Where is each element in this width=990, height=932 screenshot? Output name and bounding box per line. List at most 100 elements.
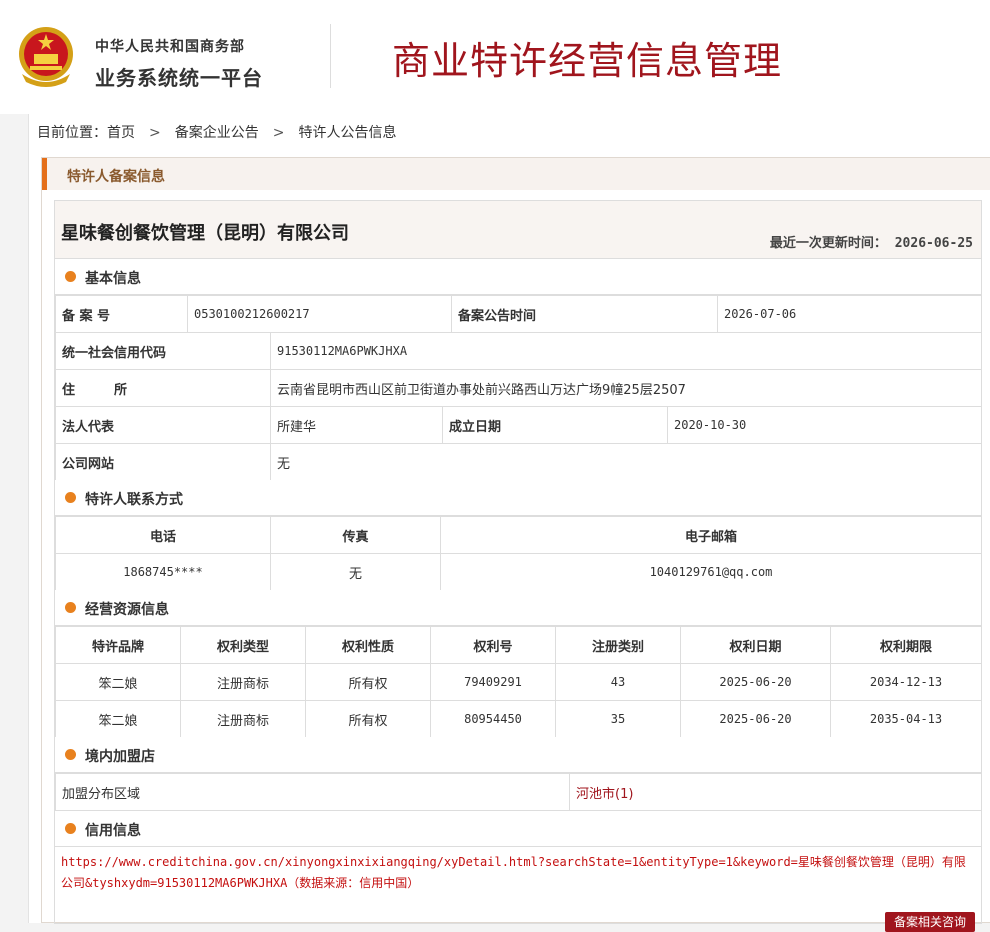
section-domestic-stores: 境内加盟店 [55,737,981,773]
breadcrumb-current: 特许人公告信息 [298,125,397,141]
right-type-cell: 注册商标 [180,700,306,738]
column-header: 电子邮箱 [440,516,982,554]
platform-name: 业务系统统一平台 [95,66,263,90]
column-header: 特许品牌 [55,626,181,664]
chevron-right-icon: > [272,125,285,141]
last-update: 最近一次更新时间： 2026-06-25 [770,232,973,251]
website-label: 公司网站 [55,443,271,481]
column-header: 权利性质 [305,626,431,664]
filing-time-value: 2026-07-06 [717,295,982,333]
panel-title: 特许人备案信息 [67,169,165,185]
bullet-dot-icon [65,602,76,613]
basic-info-table: 统一社会信用代码 91530112MA6PWKJHXA 住 所 云南省昆明市西山… [55,332,983,481]
region-label: 加盟分布区域 [55,773,570,811]
right-no-cell: 80954450 [430,700,556,738]
breadcrumb-home-link[interactable]: 首页 [107,125,135,141]
national-emblem-icon [19,27,73,87]
right-term-cell: 2035-04-13 [830,700,982,738]
column-header: 电话 [55,516,271,554]
table-row: 法人代表 所建华 成立日期 2020-10-30 [55,406,983,444]
column-header: 权利日期 [680,626,831,664]
section-credit: 信用信息 [55,811,981,847]
stores-table: 加盟分布区域 河池市(1) [55,773,982,811]
right-term-cell: 2034-12-13 [830,663,982,701]
region-link[interactable]: 河池市(1) [576,787,633,802]
header-divider [330,24,331,88]
table-row: 1868745**** 无 1040129761@qq.com [55,553,982,591]
consult-button[interactable]: 备案相关咨询 [885,912,975,932]
column-header: 注册类别 [555,626,681,664]
credit-code-label: 统一社会信用代码 [55,332,271,370]
section-resources: 经营资源信息 [55,590,981,626]
filing-no-label: 备 案 号 [55,295,188,333]
basic-info-table-row1: 备 案 号 0530100212600217 备案公告时间 2026-07-06 [55,295,982,333]
contact-table: 电话 传真 电子邮箱 1868745**** 无 1040129761@qq.c… [55,516,982,591]
table-row: 住 所 云南省昆明市西山区前卫街道办事处前兴路西山万达广场9幢25层2507 [55,369,983,407]
table-row: 笨二娘 注册商标 所有权 79409291 43 2025-06-20 2034… [55,663,982,701]
credit-code-value: 91530112MA6PWKJHXA [269,332,983,370]
established-label: 成立日期 [442,406,668,444]
email-value: 1040129761@qq.com [440,553,982,591]
column-header: 传真 [270,516,441,554]
table-header-row: 电话 传真 电子邮箱 [55,516,982,554]
section-contact: 特许人联系方式 [55,480,981,516]
address-label: 住 所 [55,369,271,407]
right-date-cell: 2025-06-20 [680,663,831,701]
right-type-cell: 注册商标 [180,663,306,701]
table-header-row: 特许品牌 权利类型 权利性质 权利号 注册类别 权利日期 权利期限 [55,626,982,664]
section-label: 特许人联系方式 [85,492,183,508]
section-basic-info: 基本信息 [55,259,981,295]
brand-cell: 笨二娘 [55,663,181,701]
right-no-cell: 79409291 [430,663,556,701]
site-header: 中华人民共和国商务部 业务系统统一平台 商业特许经营信息管理 [0,0,990,114]
right-date-cell: 2025-06-20 [680,700,831,738]
website-value: 无 [269,443,983,481]
breadcrumb-filing-announcement-link[interactable]: 备案企业公告 [175,125,259,141]
bullet-dot-icon [65,492,76,503]
reg-class-cell: 43 [555,663,681,701]
ministry-name: 中华人民共和国商务部 [95,39,245,55]
filing-no-value: 0530100212600217 [187,295,452,333]
bullet-dot-icon [65,749,76,760]
right-nature-cell: 所有权 [305,663,431,701]
breadcrumb: 目前位置：首页 > 备案企业公告 > 特许人公告信息 [37,122,396,142]
column-header: 权利类型 [180,626,306,664]
legal-rep-value: 所建华 [270,406,443,444]
table-row: 笨二娘 注册商标 所有权 80954450 35 2025-06-20 2035… [55,700,982,738]
update-date: 2026-06-25 [894,236,973,251]
panel-title-bar: 特许人备案信息 [42,158,990,190]
credit-info-link[interactable]: https://www.creditchina.gov.cn/xinyongxi… [61,852,977,894]
column-header: 权利期限 [830,626,982,664]
content-area: 目前位置：首页 > 备案企业公告 > 特许人公告信息 特许人备案信息 星味餐创餐饮管理（… [28,114,990,932]
filing-time-label: 备案公告时间 [451,295,718,333]
resources-table: 特许品牌 权利类型 权利性质 权利号 注册类别 权利日期 权利期限 笨二娘 注册… [55,626,982,738]
legal-rep-label: 法人代表 [55,406,271,444]
brand-cell: 笨二娘 [55,700,181,738]
column-header: 权利号 [430,626,556,664]
bullet-dot-icon [65,271,76,282]
reg-class-cell: 35 [555,700,681,738]
established-value: 2020-10-30 [666,406,983,444]
chevron-right-icon: > [149,125,161,141]
table-row: 统一社会信用代码 91530112MA6PWKJHXA [55,332,983,370]
company-header: 星味餐创餐饮管理（昆明）有限公司 最近一次更新时间： 2026-06-25 [55,201,981,259]
table-row: 备 案 号 0530100212600217 备案公告时间 2026-07-06 [55,295,982,333]
section-label: 经营资源信息 [85,602,169,618]
franchisor-panel: 特许人备案信息 星味餐创餐饮管理（昆明）有限公司 最近一次更新时间： 2026-… [41,157,990,932]
table-row: 加盟分布区域 河池市(1) [55,773,982,811]
bullet-dot-icon [65,823,76,834]
system-title: 商业特许经营信息管理 [392,39,783,83]
company-card: 星味餐创餐饮管理（昆明）有限公司 最近一次更新时间： 2026-06-25 基本… [54,200,983,932]
section-label: 信用信息 [85,823,141,839]
phone-value: 1868745**** [55,553,271,591]
section-label: 境内加盟店 [85,749,155,765]
breadcrumb-prefix: 目前位置： [37,125,107,141]
section-label: 基本信息 [85,271,141,287]
update-label: 最近一次更新时间： [769,236,887,251]
table-row: 公司网站 无 [55,443,983,481]
address-value: 云南省昆明市西山区前卫街道办事处前兴路西山万达广场9幢25层2507 [269,369,983,407]
fax-value: 无 [270,553,441,591]
region-value: 河池市(1) [569,773,982,811]
company-name: 星味餐创餐饮管理（昆明）有限公司 [61,223,349,244]
right-nature-cell: 所有权 [305,700,431,738]
